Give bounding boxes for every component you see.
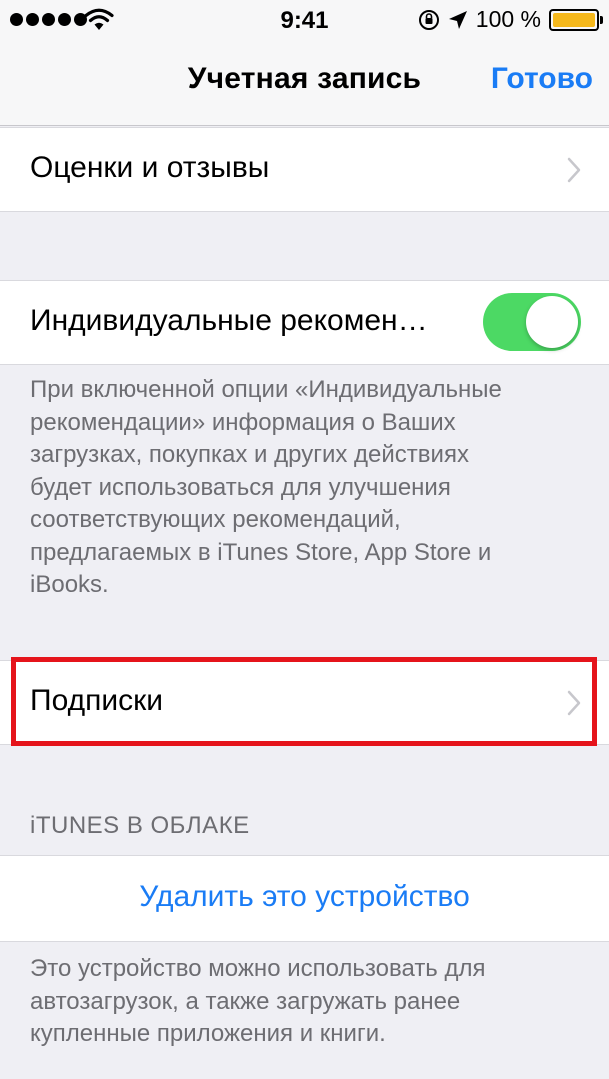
done-button[interactable]: Готово (491, 62, 593, 96)
location-arrow-icon (448, 10, 467, 29)
rotation-lock-icon (418, 9, 439, 30)
subscriptions-highlight-frame (11, 657, 597, 746)
footer-line: соответствующих рекомендаций, (30, 506, 401, 533)
footer-line: купленные приложения и книги. (30, 1020, 386, 1047)
battery-icon (549, 8, 603, 31)
recommendations-footer: При включенной опции «Индивидуальные рек… (30, 374, 585, 602)
status-indicators: 100 % (418, 6, 603, 33)
footer-line: предлагаемых в iTunes Store, App Store и (30, 538, 492, 566)
footer-line: iBooks. (30, 571, 109, 598)
footer-line: рекомендации» информация о Ваших (30, 408, 456, 436)
battery-percent: 100 % (475, 6, 541, 32)
cloud-section-header: iTUNES В ОБЛАКЕ (30, 812, 250, 839)
footer-line: При включенной опции «Индивидуальные (30, 376, 502, 403)
chevron-right-icon (567, 157, 581, 183)
footer-line: Это устройство можно использовать для (30, 955, 486, 982)
remove-device-button[interactable]: Удалить это устройство (0, 880, 609, 914)
recommendations-toggle[interactable] (483, 293, 581, 351)
footer-line: автозагрузок, а также загружать ранее (30, 987, 461, 1015)
toggle-knob (526, 296, 578, 348)
account-settings-screen: 9:41 100 % Учетная запись Готово Оценки … (0, 0, 609, 1079)
footer-line: будет использоваться для улучшения (30, 473, 451, 501)
recommendations-label: Индивидуальные рекомен… (30, 304, 428, 337)
ratings-reviews-row[interactable]: Оценки и отзывы (0, 127, 609, 212)
cloud-section-footer: Это устройство можно использовать для ав… (30, 953, 585, 1051)
footer-line: загрузках, покупках и других действиях (30, 441, 469, 468)
navigation-bar: Учетная запись Готово (0, 40, 609, 126)
remove-device-row[interactable]: Удалить это устройство (0, 855, 609, 942)
recommendations-row: Индивидуальные рекомен… (0, 280, 609, 365)
ratings-reviews-label: Оценки и отзывы (30, 151, 270, 184)
status-bar: 9:41 100 % (0, 0, 609, 40)
